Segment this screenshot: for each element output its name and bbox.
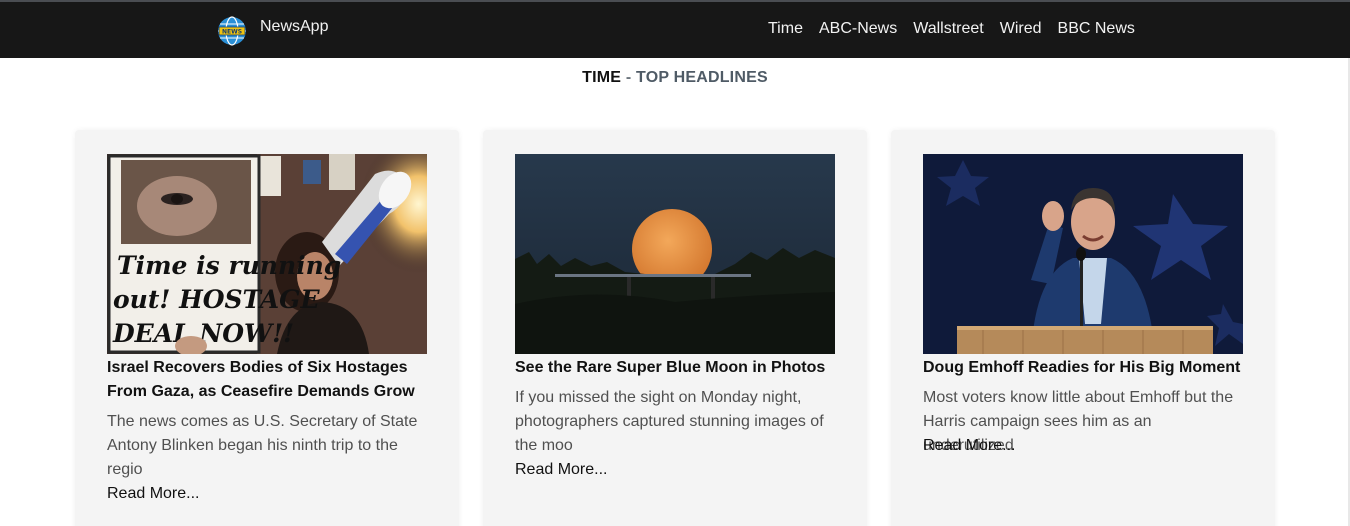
news-card: Doug Emhoff Readies for His Big Moment M… bbox=[891, 130, 1275, 526]
page-title-source: TIME bbox=[582, 69, 622, 86]
article-image-blue-moon[interactable] bbox=[515, 154, 835, 354]
article-image-speaker[interactable] bbox=[923, 154, 1243, 354]
navbar-brand[interactable]: NEWS NewsApp bbox=[216, 15, 328, 47]
navbar: NEWS NewsApp Time ABC-News Wallstreet Wi… bbox=[0, 2, 1350, 58]
nav-links: Time ABC-News Wallstreet Wired BBC News bbox=[760, 20, 1143, 38]
read-more-link[interactable]: Read More... bbox=[923, 434, 1015, 458]
page-title: TIME - TOP HEADLINES bbox=[0, 69, 1350, 87]
svg-text:NEWS: NEWS bbox=[222, 29, 242, 36]
nav-link-wired[interactable]: Wired bbox=[1000, 20, 1042, 38]
news-card: Time is running out! HOSTAGE DEAL NOW!! … bbox=[75, 130, 459, 526]
svg-text:Time is running: Time is running bbox=[117, 251, 341, 280]
article-image-protest[interactable]: Time is running out! HOSTAGE DEAL NOW!! bbox=[107, 154, 427, 354]
nav-link-time[interactable]: Time bbox=[768, 20, 803, 38]
brand-name[interactable]: NewsApp bbox=[260, 18, 328, 36]
nav-link-bbc-news[interactable]: BBC News bbox=[1058, 20, 1135, 38]
svg-text:out! HOSTAGE: out! HOSTAGE bbox=[113, 285, 321, 314]
article-title: Doug Emhoff Readies for His Big Moment bbox=[923, 359, 1241, 376]
page-title-subtitle: TOP HEADLINES bbox=[636, 69, 768, 86]
page-title-separator: - bbox=[621, 69, 637, 86]
article-title: Israel Recovers Bodies of Six Hostages F… bbox=[107, 359, 415, 400]
article-description: If you missed the sight on Monday night,… bbox=[515, 389, 824, 454]
read-more-link[interactable]: Read More... bbox=[107, 482, 199, 506]
nav-link-abc-news[interactable]: ABC-News bbox=[819, 20, 897, 38]
news-card: See the Rare Super Blue Moon in Photos I… bbox=[483, 130, 867, 526]
globe-news-logo-icon: NEWS bbox=[218, 16, 246, 46]
nav-link-wallstreet[interactable]: Wallstreet bbox=[913, 20, 984, 38]
article-title: See the Rare Super Blue Moon in Photos bbox=[515, 359, 826, 376]
article-description: The news comes as U.S. Secretary of Stat… bbox=[107, 413, 418, 478]
read-more-link[interactable]: Read More... bbox=[515, 458, 607, 482]
